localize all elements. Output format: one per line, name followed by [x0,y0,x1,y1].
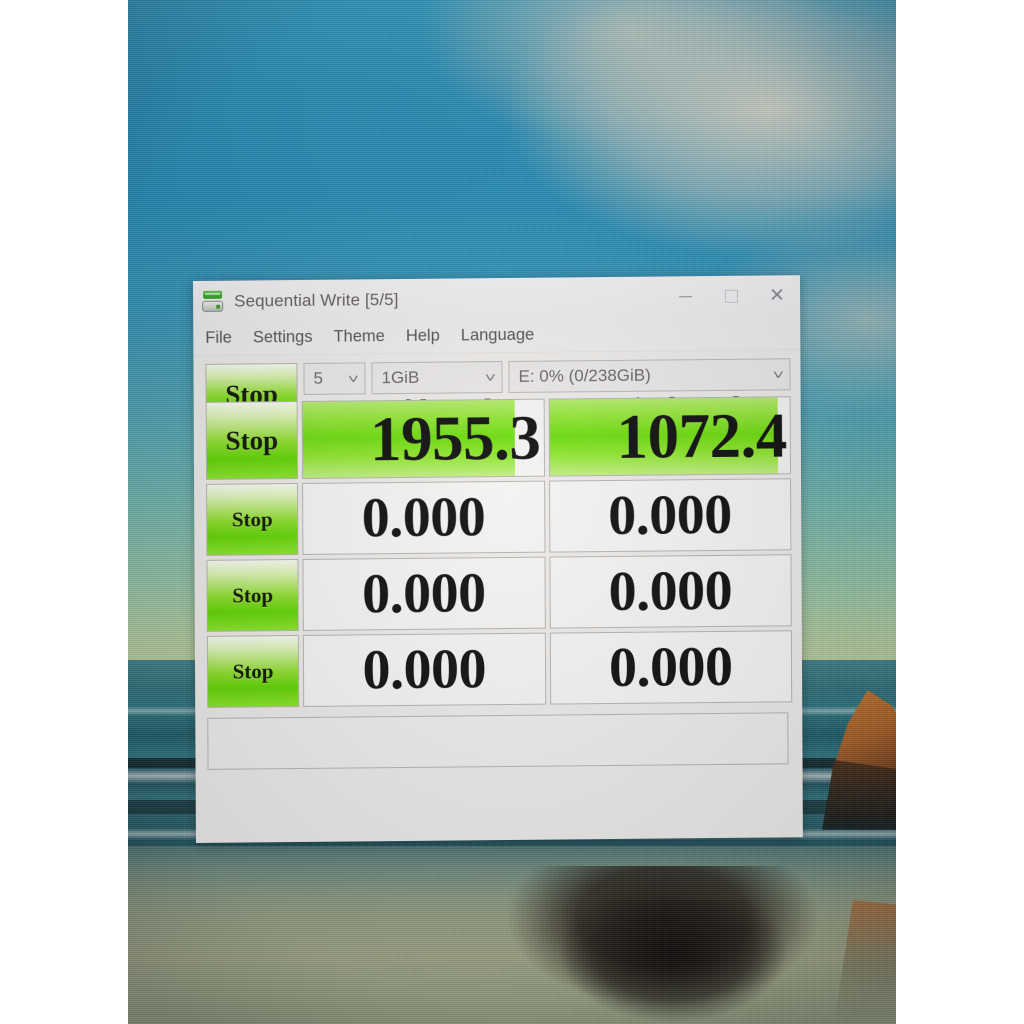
chevron-down-icon: ˅ [772,366,785,382]
menu-bar: File Settings Theme Help Language [193,316,801,356]
read-value-cell-row-4: 0.000 [302,632,546,707]
menu-item-help[interactable]: Help [406,327,440,346]
write-value: 0.000 [608,483,732,548]
maximize-icon [724,289,738,303]
read-value-cell-row-3: 0.000 [302,556,546,631]
stop-button-row-3[interactable]: Stop [206,559,299,632]
stop-button-label: Stop [225,424,279,456]
read-value: 0.000 [361,486,486,550]
stop-button-label: Stop [231,506,273,532]
stop-button-row-1[interactable]: Stop [205,401,299,480]
wallpaper-wet-sand [558,900,788,1024]
letterbox-right [896,0,1024,1024]
menu-item-file[interactable]: File [205,329,232,348]
test-count-value: 5 [313,368,324,388]
test-size-dropdown[interactable]: 1GiB ˅ [371,361,503,395]
write-value: 1072.4 [616,399,787,472]
stop-button-row-4[interactable]: Stop [206,635,300,708]
stop-button-label: Stop [232,658,274,684]
toolbar: Stop 5 ˅ 1GiB ˅ E: 0% (0/238GiB) ˅ [205,358,791,426]
close-button[interactable]: ✕ [754,275,800,316]
table-row: Stop 0.000 0.000 [206,554,792,632]
window-title: Sequential Write [5/5] [234,289,399,311]
crystaldiskmark-window: Sequential Write [5/5] ✕ File Settings T… [193,275,803,843]
table-row: Stop 0.000 0.000 [206,478,792,556]
chevron-down-icon: ˅ [484,369,497,385]
write-value: 0.000 [608,635,733,700]
chevron-down-icon: ˅ [347,370,360,387]
letterbox-left [0,0,128,1024]
write-value: 0.000 [608,559,733,624]
close-icon: ✕ [769,285,786,307]
write-value-cell-row-3: 0.000 [548,554,792,629]
minimize-icon [678,295,692,298]
target-drive-dropdown[interactable]: E: 0% (0/238GiB) ˅ [508,358,791,393]
read-value-cell-row-2: 0.000 [302,480,545,555]
results-grid: Stop 1955.3 1072.4 Stop 0.000 0.000 Stop… [205,396,793,708]
menu-item-language[interactable]: Language [461,326,535,346]
read-value: 0.000 [361,562,486,626]
maximize-button[interactable] [708,276,754,317]
read-value-cell-row-1: 1955.3 [301,398,545,479]
menu-item-settings[interactable]: Settings [253,328,313,348]
read-value: 1955.3 [369,402,541,474]
menu-item-theme[interactable]: Theme [333,327,384,346]
stop-button-row-2[interactable]: Stop [206,483,299,556]
minimize-button[interactable] [662,276,708,317]
table-row: Stop 0.000 0.000 [206,630,793,708]
test-size-value: 1GiB [381,367,420,388]
table-row: Stop 1955.3 1072.4 [205,396,792,480]
window-body: Stop 5 ˅ 1GiB ˅ E: 0% (0/238GiB) ˅ Stop … [193,350,802,770]
target-drive-value: E: 0% (0/238GiB) [518,365,651,386]
window-controls: ✕ [662,275,800,317]
read-value: 0.000 [362,638,487,702]
disk-drive-icon [201,290,225,312]
stop-button-label: Stop [232,582,274,608]
screenshot-root: Sequential Write [5/5] ✕ File Settings T… [0,0,1024,1024]
wallpaper-rock-base [822,760,896,830]
test-count-dropdown[interactable]: 5 ˅ [303,362,366,395]
title-bar[interactable]: Sequential Write [5/5] ✕ [193,275,801,322]
write-value-cell-row-2: 0.000 [548,478,792,553]
write-value-cell-row-4: 0.000 [549,630,793,705]
write-value-cell-row-1: 1072.4 [548,396,792,477]
status-bar [207,712,789,770]
